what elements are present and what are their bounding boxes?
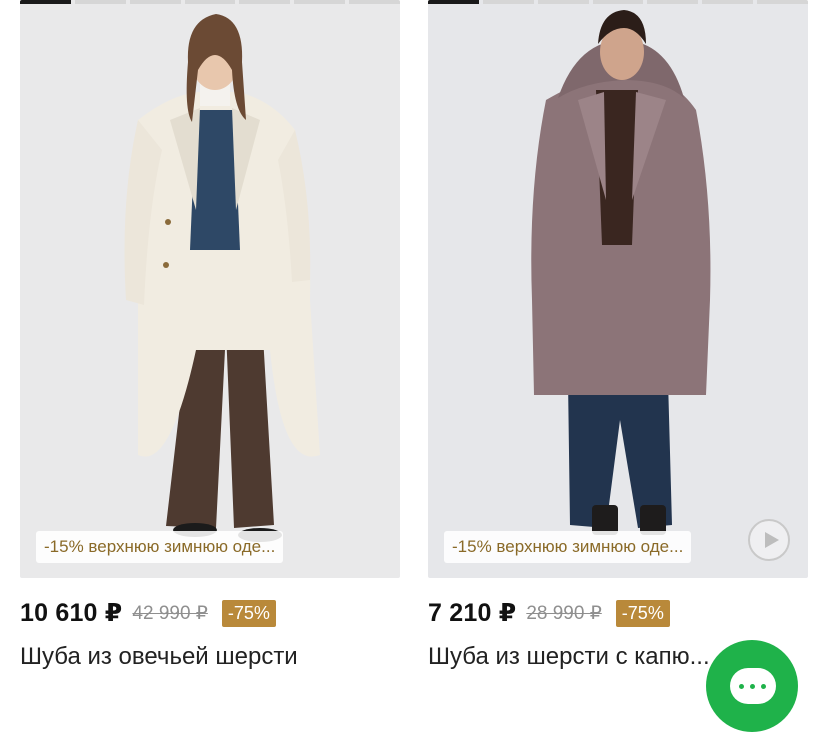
carousel-dot[interactable] xyxy=(294,0,346,4)
carousel-dot[interactable] xyxy=(184,0,236,4)
old-price: 42 990 ₽ xyxy=(132,602,208,624)
play-icon[interactable] xyxy=(748,519,790,561)
carousel-dot[interactable] xyxy=(592,0,644,4)
carousel-dot[interactable] xyxy=(74,0,126,4)
carousel-dot[interactable] xyxy=(20,0,71,4)
product-title[interactable]: Шуба из овечьей шерсти xyxy=(20,643,400,671)
carousel-dot[interactable] xyxy=(428,0,479,4)
carousel-dot[interactable] xyxy=(647,0,699,4)
carousel-dot[interactable] xyxy=(239,0,291,4)
current-price: 10 610 ₽ xyxy=(20,599,123,627)
current-price: 7 210 ₽ xyxy=(428,599,517,627)
promo-badge: -15% верхнюю зимнюю оде... xyxy=(36,531,284,563)
old-price: 28 990 ₽ xyxy=(526,602,602,624)
carousel-dot[interactable] xyxy=(757,0,808,4)
discount-badge: -75% xyxy=(221,599,276,627)
product-image[interactable]: -15% верхнюю зимнюю оде... xyxy=(428,0,808,578)
price-row: 7 210 ₽ 28 990 ₽ -75% xyxy=(428,596,670,630)
carousel-indicator xyxy=(20,0,400,5)
carousel-dot[interactable] xyxy=(702,0,754,4)
carousel-dot[interactable] xyxy=(482,0,534,4)
product-image[interactable]: -15% верхнюю зимнюю оде... xyxy=(20,0,400,578)
carousel-dot[interactable] xyxy=(129,0,181,4)
product-card[interactable]: -15% верхнюю зимнюю оде... 7 210 ₽ 28 99… xyxy=(428,0,808,692)
chat-button[interactable] xyxy=(706,640,798,732)
discount-badge: -75% xyxy=(615,599,670,627)
product-card[interactable]: -15% верхнюю зимнюю оде... 10 610 ₽ 42 9… xyxy=(20,0,400,692)
chat-icon xyxy=(730,668,776,704)
price-row: 10 610 ₽ 42 990 ₽ -75% xyxy=(20,596,276,630)
carousel-dot[interactable] xyxy=(349,0,400,4)
carousel-dot[interactable] xyxy=(537,0,589,4)
promo-badge: -15% верхнюю зимнюю оде... xyxy=(444,531,692,563)
carousel-indicator xyxy=(428,0,808,5)
